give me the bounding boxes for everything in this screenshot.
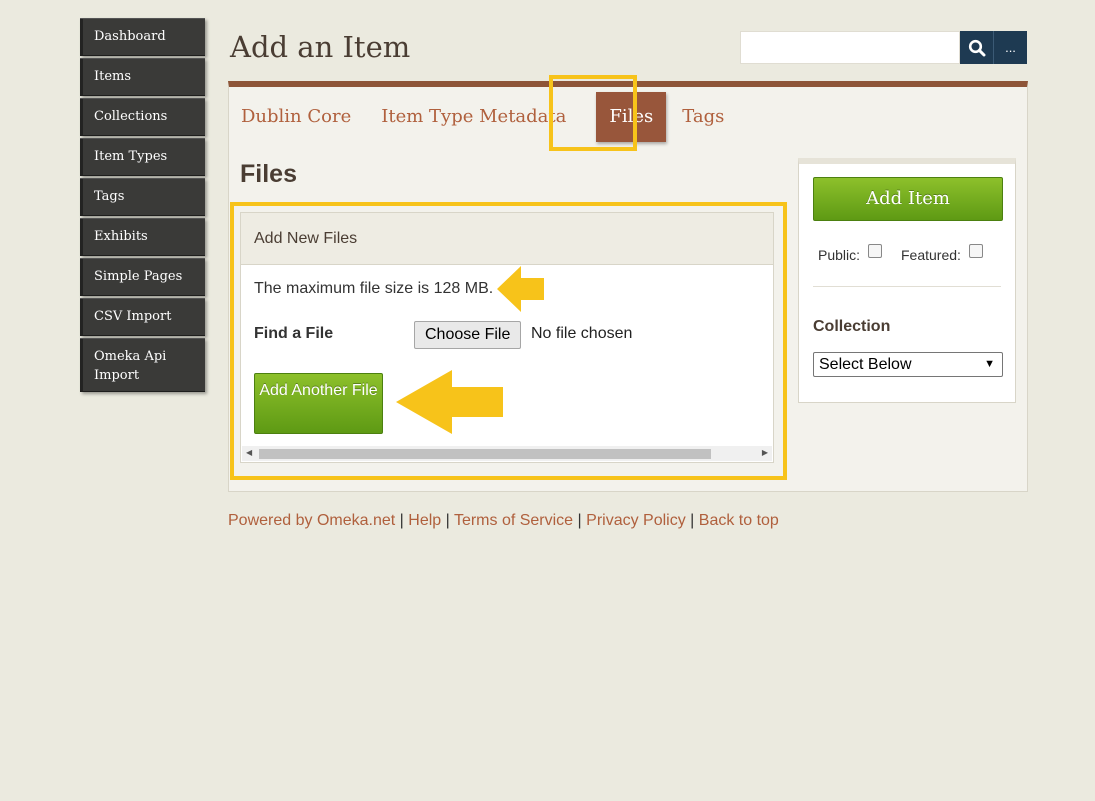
sidebar-item-csv-import[interactable]: CSV Import	[80, 298, 205, 336]
search-bar: ...	[740, 31, 1027, 64]
sidebar-nav: Dashboard Items Collections Item Types T…	[80, 18, 205, 394]
search-icon	[968, 39, 985, 56]
sidebar-item-simple-pages[interactable]: Simple Pages	[80, 258, 205, 296]
section-tabs: Dublin Core Item Type Metadata Files Tag…	[241, 87, 754, 147]
tab-dublin-core[interactable]: Dublin Core	[241, 92, 366, 142]
footer-powered-by-link[interactable]: Powered by Omeka.net	[228, 512, 395, 529]
section-title: Files	[240, 160, 297, 188]
page-title: Add an Item	[230, 30, 411, 64]
footer-separator: |	[577, 512, 582, 529]
featured-label: Featured:	[901, 247, 961, 263]
footer-terms-link[interactable]: Terms of Service	[454, 512, 573, 529]
footer-separator: |	[445, 512, 450, 529]
sidebar-item-items[interactable]: Items	[80, 58, 205, 96]
max-file-size-text: The maximum file size is 128 MB.	[254, 280, 494, 297]
horizontal-scrollbar[interactable]: ◀ ▶	[242, 446, 772, 461]
footer-back-to-top-link[interactable]: Back to top	[699, 512, 779, 529]
advanced-search-button[interactable]: ...	[993, 31, 1027, 64]
sidebar-item-collections[interactable]: Collections	[80, 98, 205, 136]
add-new-files-box: Add New Files The maximum file size is 1…	[240, 212, 774, 463]
save-panel: Add Item Public: Featured: Collection Se…	[798, 158, 1016, 403]
tab-files[interactable]: Files	[596, 92, 667, 142]
public-field: Public:	[818, 244, 883, 263]
search-button[interactable]	[960, 31, 993, 64]
scrollbar-thumb[interactable]	[259, 449, 711, 459]
featured-checkbox[interactable]	[968, 244, 983, 258]
featured-field: Featured:	[901, 244, 983, 263]
dropdown-arrow-icon: ▼	[984, 358, 995, 370]
collection-selected-value: Select Below	[819, 356, 912, 373]
collection-select[interactable]: Select Below ▼	[813, 352, 1003, 377]
footer-separator: |	[690, 512, 695, 529]
tab-tags[interactable]: Tags	[682, 92, 739, 142]
collection-label: Collection	[813, 318, 891, 335]
no-file-chosen-text: No file chosen	[531, 325, 633, 342]
add-another-file-button[interactable]: Add Another File	[254, 373, 383, 434]
tab-item-type-metadata[interactable]: Item Type Metadata	[381, 92, 581, 142]
search-input[interactable]	[740, 31, 960, 64]
footer: Powered by Omeka.net | Help | Terms of S…	[228, 512, 779, 530]
sidebar-item-item-types[interactable]: Item Types	[80, 138, 205, 176]
sidebar-item-dashboard[interactable]: Dashboard	[80, 18, 205, 56]
footer-separator: |	[399, 512, 404, 529]
add-new-files-heading: Add New Files	[241, 213, 773, 265]
sidebar-item-exhibits[interactable]: Exhibits	[80, 218, 205, 256]
public-checkbox[interactable]	[868, 244, 883, 258]
scroll-right-icon[interactable]: ▶	[762, 448, 768, 457]
footer-help-link[interactable]: Help	[408, 512, 441, 529]
find-file-label: Find a File	[254, 325, 334, 342]
sidebar-item-omeka-api-import[interactable]: Omeka Api Import	[80, 338, 205, 392]
scroll-left-icon[interactable]: ◀	[246, 448, 252, 457]
divider	[813, 286, 1001, 287]
public-label: Public:	[818, 247, 861, 263]
add-item-button[interactable]: Add Item	[813, 177, 1003, 221]
choose-file-button[interactable]: Choose File	[414, 321, 522, 349]
footer-privacy-link[interactable]: Privacy Policy	[586, 512, 686, 529]
sidebar-item-tags[interactable]: Tags	[80, 178, 205, 216]
